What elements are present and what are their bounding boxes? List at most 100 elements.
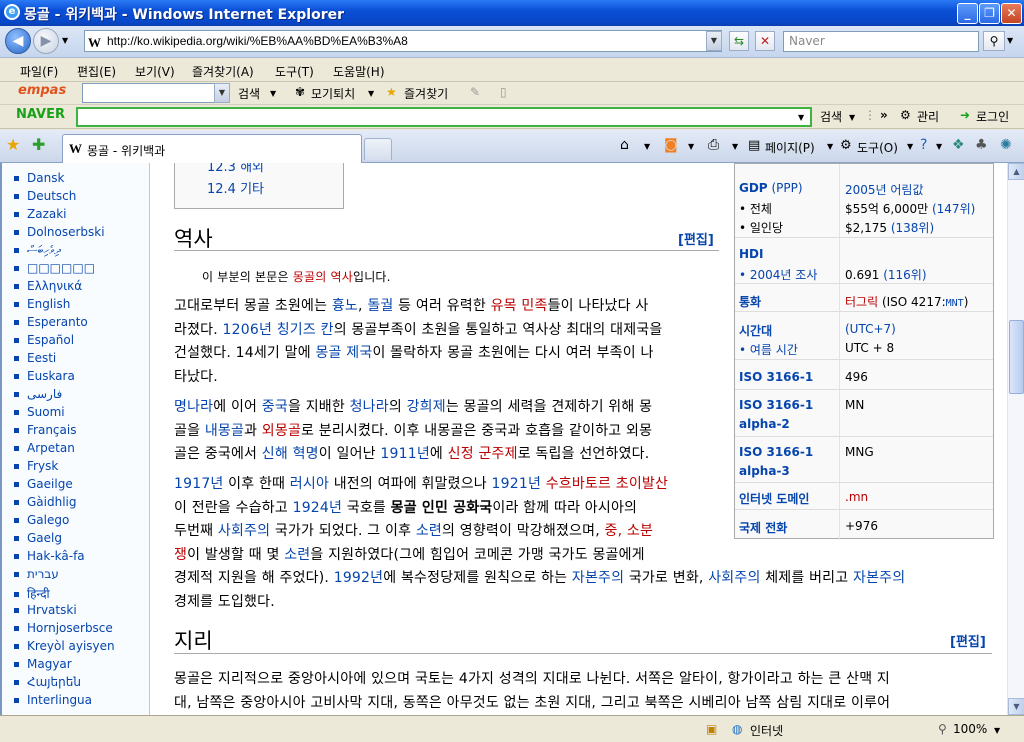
tools-menu-button[interactable]: 도구(O) (857, 139, 898, 156)
article-link[interactable]: 사회주의 (218, 523, 270, 539)
iso-alpha3-label-2[interactable]: alpha-3 (739, 464, 790, 478)
sidebar-language-link[interactable]: Frysk (14, 459, 58, 473)
sidebar-language-link[interactable]: Kreyòl ayisyen (14, 639, 115, 653)
refresh-button[interactable]: ⇆ (729, 31, 749, 51)
article-link[interactable]: 1992년 (334, 570, 384, 586)
naver-login-button[interactable]: 로그인 (976, 108, 1009, 125)
article-link[interactable]: 1917년 (174, 476, 224, 492)
page-menu-button[interactable]: 페이지(P) (765, 139, 815, 156)
gdp-pc-rank[interactable]: (138위) (891, 221, 934, 235)
gdp-ppp[interactable]: (PPP) (771, 181, 802, 195)
home-dropdown-icon[interactable]: ▼ (644, 142, 650, 151)
sidebar-language-link[interactable]: Eesti (14, 351, 56, 365)
zoom-level[interactable]: 100% (953, 722, 987, 736)
more-chevron-icon[interactable]: » (880, 108, 888, 122)
minimize-button[interactable]: _ (957, 3, 978, 24)
search-options-icon[interactable]: ▼ (1007, 36, 1013, 45)
article-redlink[interactable]: 수흐바토르 초이발산 (546, 476, 668, 492)
article-redlink[interactable]: 중, 소분 (605, 523, 654, 539)
article-link[interactable]: 몽골 제국 (315, 345, 372, 361)
main-note-link[interactable]: 몽골의 역사 (293, 270, 353, 284)
article-redlink[interactable]: 외몽골 (262, 423, 301, 439)
search-icon[interactable]: ⚲ (983, 31, 1005, 51)
tld-label[interactable]: 인터넷 도메인 (739, 490, 809, 507)
empas-search-options-icon[interactable]: ▼ (270, 89, 276, 98)
currency-code[interactable]: MNT (946, 298, 964, 309)
article-redlink[interactable]: 신정 군주제 (448, 446, 518, 462)
article-link[interactable]: 1924년 (293, 500, 343, 516)
page-dropdown-icon[interactable]: ▼ (827, 142, 833, 151)
sidebar-language-link[interactable]: ދިވެހިބަސް (14, 243, 61, 258)
gdp-year[interactable]: 2005년 어림값 (845, 181, 924, 198)
vertical-scrollbar[interactable]: ▲ ▼ (1007, 163, 1024, 715)
sidebar-language-link[interactable]: Arpetan (14, 441, 75, 455)
sidebar-language-link[interactable]: Zazaki (14, 207, 67, 221)
naver-search-options-icon[interactable]: ▼ (849, 113, 855, 122)
article-link[interactable]: 1911년 (380, 446, 430, 462)
sidebar-language-link[interactable]: Gaelg (14, 531, 62, 545)
dst-label-text[interactable]: • 여름 시간 (739, 343, 798, 357)
menu-tools[interactable]: 도구(T) (275, 63, 314, 80)
sidebar-language-link[interactable]: Gaeilge (14, 477, 73, 491)
address-bar[interactable]: W http://ko.wikipedia.org/wiki/%EB%AA%BD… (84, 30, 722, 52)
pencil-icon[interactable]: ✎ (470, 85, 480, 99)
iso-alpha2-label-1[interactable]: ISO 3166-1 (739, 398, 813, 412)
scroll-thumb[interactable] (1009, 320, 1024, 394)
feed-dropdown-icon[interactable]: ▼ (688, 142, 694, 151)
add-favorite-icon[interactable]: ✚ (32, 135, 45, 154)
maximize-button[interactable]: ❐ (979, 3, 1000, 24)
empas-favorites-button[interactable]: 즐겨찾기 (404, 85, 448, 102)
rss-feed-icon[interactable]: ◙ (664, 137, 678, 153)
empas-search-input[interactable] (82, 83, 230, 103)
empas-mosquito-button[interactable]: 모기퇴치 (311, 85, 355, 102)
menu-edit[interactable]: 편집(E) (77, 63, 116, 80)
menu-file[interactable]: 파일(F) (20, 63, 58, 80)
mosquito-dropdown-icon[interactable]: ▼ (368, 89, 374, 98)
article-link[interactable]: 러시아 (290, 476, 329, 492)
article-link[interactable]: 칭기즈 칸 (277, 322, 334, 338)
sidebar-language-link[interactable]: Ελληνικά (14, 279, 82, 293)
sidebar-language-link[interactable]: Hrvatski (14, 603, 77, 617)
timezone-value[interactable]: (UTC+7) (845, 322, 896, 336)
phone-label[interactable]: 국제 전화 (739, 519, 787, 536)
tab-mongol-wikipedia[interactable]: W 몽골 - 위키백과 (62, 134, 362, 163)
scroll-down-icon[interactable]: ▼ (1008, 698, 1024, 715)
hdi-rank[interactable]: (116위) (883, 268, 926, 282)
gdp-label-text[interactable]: GDP (739, 181, 768, 195)
article-redlink[interactable]: 유목 민족 (491, 298, 548, 314)
empas-dropdown-icon[interactable]: ▼ (214, 83, 230, 103)
article-redlink[interactable]: 쟁 (174, 547, 187, 563)
sidebar-language-link[interactable]: Deutsch (14, 189, 76, 203)
search-input[interactable]: Naver (783, 31, 979, 52)
iso-alpha2-label-2[interactable]: alpha-2 (739, 417, 790, 431)
iso3166-label[interactable]: ISO 3166-1 (739, 370, 813, 384)
menu-help[interactable]: 도움말(H) (333, 63, 385, 80)
addon-icon[interactable]: ✺ (1000, 137, 1012, 153)
history-edit-link[interactable]: [편집] (678, 233, 714, 248)
address-dropdown-icon[interactable]: ▼ (706, 31, 722, 51)
naver-search-button[interactable]: 검색 (820, 108, 842, 125)
article-link[interactable]: 1921년 (492, 476, 542, 492)
messenger-icon[interactable]: ♣ (975, 137, 988, 153)
article-link[interactable]: 신해 혁명 (262, 446, 319, 462)
article-link[interactable]: 1206년 (223, 322, 273, 338)
sidebar-language-link[interactable]: □□□□□□ (14, 261, 95, 275)
menu-favorites[interactable]: 즐겨찾기(A) (192, 63, 254, 80)
article-link[interactable]: 소련 (284, 547, 310, 563)
back-button[interactable]: ◀ (5, 28, 31, 54)
forward-button[interactable]: ▶ (33, 28, 59, 54)
article-link[interactable]: 강희제 (407, 399, 446, 415)
sidebar-language-link[interactable]: עברית (14, 567, 59, 581)
article-link[interactable]: 돌궐 (367, 298, 393, 314)
timezone-label[interactable]: 시간대 (739, 322, 772, 339)
tools-dropdown-icon[interactable]: ▼ (907, 142, 913, 151)
scroll-up-icon[interactable]: ▲ (1008, 163, 1024, 180)
iso-alpha3-label-1[interactable]: ISO 3166-1 (739, 445, 813, 459)
article-link[interactable]: 내몽골 (205, 423, 244, 439)
naver-manage-button[interactable]: 관리 (917, 108, 939, 125)
sidebar-language-link[interactable]: Dolnoserbski (14, 225, 105, 239)
resize-handle-icon[interactable]: ⋮ (864, 108, 876, 122)
sidebar-language-link[interactable]: Dansk (14, 171, 64, 185)
research-icon[interactable]: ❖ (952, 137, 965, 153)
empas-search-button[interactable]: 검색 (238, 85, 260, 102)
